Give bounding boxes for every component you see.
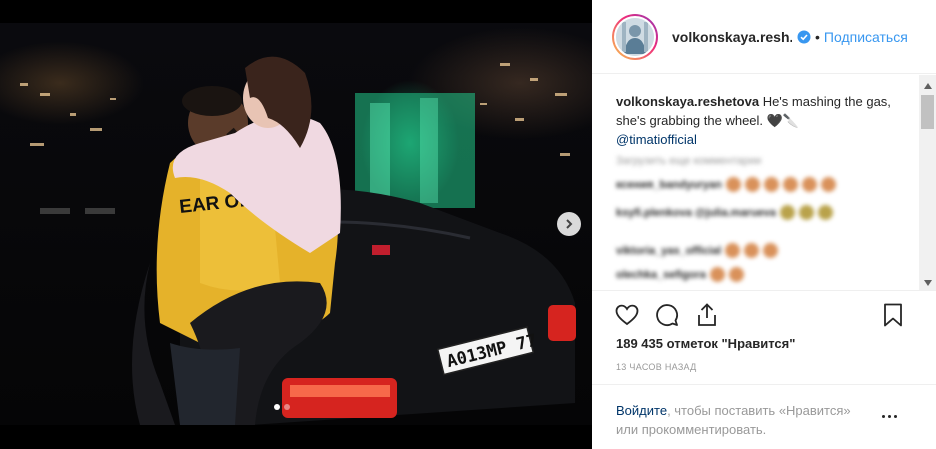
comments-scrollbar[interactable] — [919, 75, 936, 290]
scroll-thumb[interactable] — [921, 95, 934, 129]
header-separator: • — [815, 28, 820, 45]
triangle-down-icon — [923, 279, 932, 286]
chevron-right-icon — [566, 219, 573, 229]
load-more-comments[interactable]: Загрузить еще комментарии — [616, 155, 761, 167]
carousel-dots — [274, 404, 290, 410]
next-photo-button[interactable] — [557, 212, 581, 236]
login-prompt-text: Войдите, чтобы поставить «Нравится» или … — [616, 401, 876, 439]
likes-count[interactable]: 189 435 отметок "Нравится" — [616, 336, 795, 351]
comment-item: ksyfi.plenkova @julia.marueva — [616, 205, 833, 220]
comment-item: ксения_bandyuryan — [616, 177, 836, 192]
scroll-up-arrow[interactable] — [919, 77, 936, 94]
post-actions — [592, 292, 936, 336]
more-options-icon[interactable] — [882, 411, 902, 421]
comments-section: volkonskaya.reshetova He's mashing the g… — [592, 75, 936, 291]
follow-button[interactable]: Подписаться — [824, 29, 908, 45]
share-icon — [698, 303, 716, 326]
post-timestamp[interactable]: 13 ЧАСОВ НАЗАД — [616, 362, 697, 372]
photo-illustration: A013MP 77 EAR OF GOD — [20, 56, 576, 425]
comment-item: viktoria_yas_official — [616, 243, 779, 258]
post-media[interactable]: A013MP 77 EAR OF GOD — [0, 0, 592, 449]
comment-item: olechka_sefigora — [616, 267, 744, 282]
heart-icon — [615, 304, 639, 326]
login-link[interactable]: Войдите — [616, 403, 667, 418]
save-button[interactable] — [880, 302, 906, 328]
post-author-username[interactable]: volkonskaya.resh... — [672, 29, 792, 45]
bookmark-icon — [884, 303, 902, 327]
verified-badge-icon — [797, 30, 811, 43]
comment-icon — [656, 304, 678, 326]
carousel-dot-active — [274, 404, 280, 410]
carousel-dot — [284, 404, 290, 410]
comment-button[interactable] — [654, 302, 680, 328]
story-ring[interactable] — [612, 13, 658, 60]
caption-mention[interactable]: @timatiofficial — [616, 132, 697, 147]
caption-username[interactable]: volkonskaya.reshetova — [616, 94, 759, 109]
post-header: volkonskaya.resh... • Подписаться — [592, 0, 936, 74]
share-button[interactable] — [694, 302, 720, 328]
scroll-down-arrow[interactable] — [919, 274, 936, 290]
login-prompt: Войдите, чтобы поставить «Нравится» или … — [592, 384, 936, 449]
post-photo[interactable]: A013MP 77 EAR OF GOD — [0, 23, 592, 425]
avatar-image — [616, 17, 654, 56]
like-button[interactable] — [614, 302, 640, 328]
post-caption: volkonskaya.reshetova He's mashing the g… — [616, 92, 906, 149]
triangle-up-icon — [923, 82, 932, 89]
post-side-panel: volkonskaya.resh... • Подписаться volkon… — [592, 0, 936, 449]
avatar[interactable] — [614, 15, 656, 58]
